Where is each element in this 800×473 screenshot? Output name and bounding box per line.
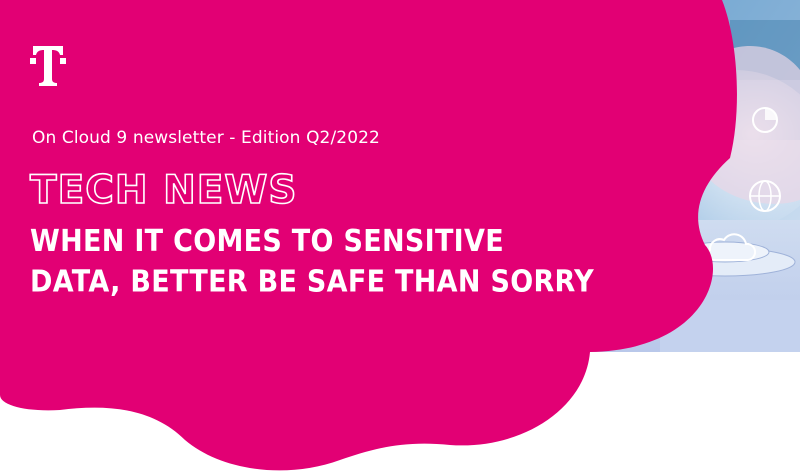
telekom-t-logo-icon <box>30 46 66 86</box>
headline: WHEN IT COMES TO SENSITIVE DATA, BETTER … <box>30 222 595 303</box>
section-title: TECH NEWS <box>29 167 298 214</box>
edition-line: On Cloud 9 newsletter - Edition Q2/2022 <box>32 128 380 148</box>
newsletter-banner: On Cloud 9 newsletter - Edition Q2/2022 … <box>0 0 800 473</box>
headline-line: DATA, BETTER BE SAFE THAN SORRY <box>30 264 595 300</box>
headline-line: WHEN IT COMES TO SENSITIVE <box>30 224 504 259</box>
